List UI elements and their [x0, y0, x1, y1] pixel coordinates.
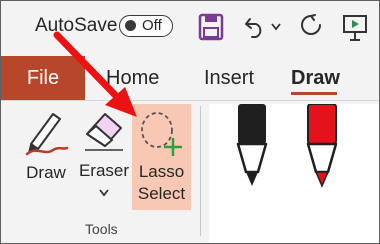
eraser-icon: [85, 113, 123, 151]
draw-tool-label: Draw: [26, 163, 66, 182]
lasso-label-line2: Select: [137, 184, 186, 203]
window-frame: AutoSave Off File Home Insert Draw Draw …: [0, 0, 380, 244]
undo-icon[interactable]: [243, 13, 267, 39]
pens-gallery: [209, 104, 379, 243]
tab-insert[interactable]: Insert: [204, 56, 254, 100]
present-icon[interactable]: [341, 13, 369, 43]
ribbon-panel: Draw Eraser Lasso Select Tools: [1, 100, 379, 243]
undo-dropdown-icon[interactable]: [271, 23, 281, 31]
quick-access-toolbar: AutoSave Off: [1, 1, 379, 56]
tab-file[interactable]: File: [1, 56, 85, 100]
tab-file-label: File: [26, 66, 60, 89]
tab-home-label: Home: [106, 67, 160, 89]
eraser-tool-label: Eraser: [78, 161, 130, 180]
tools-group-label: Tools: [85, 221, 118, 237]
lasso-label-line1: Lasso: [138, 162, 185, 181]
toggle-knob: [125, 20, 136, 31]
tab-insert-label: Insert: [204, 67, 255, 89]
draw-tool-button[interactable]: Draw: [17, 100, 77, 190]
tab-home[interactable]: Home: [106, 56, 159, 100]
ribbon-tabs: File Home Insert Draw: [1, 56, 379, 100]
redo-icon[interactable]: [299, 13, 323, 39]
lasso-select-button[interactable]: Lasso Select: [132, 104, 191, 210]
save-icon[interactable]: [198, 13, 224, 41]
black-pen-icon[interactable]: [235, 104, 269, 190]
active-tab-indicator: [291, 92, 337, 95]
tab-draw-label: Draw: [291, 67, 340, 89]
eraser-tool-button[interactable]: Eraser: [75, 100, 131, 210]
group-divider: [200, 106, 201, 236]
pen-icon: [25, 113, 69, 156]
eraser-dropdown-icon[interactable]: [99, 189, 109, 197]
lasso-select-icon: [141, 112, 182, 156]
toggle-state-label: Off: [142, 17, 162, 34]
red-pen-icon[interactable]: [305, 104, 339, 190]
autosave-toggle[interactable]: Off: [119, 15, 173, 37]
autosave-label: AutoSave: [35, 15, 118, 36]
